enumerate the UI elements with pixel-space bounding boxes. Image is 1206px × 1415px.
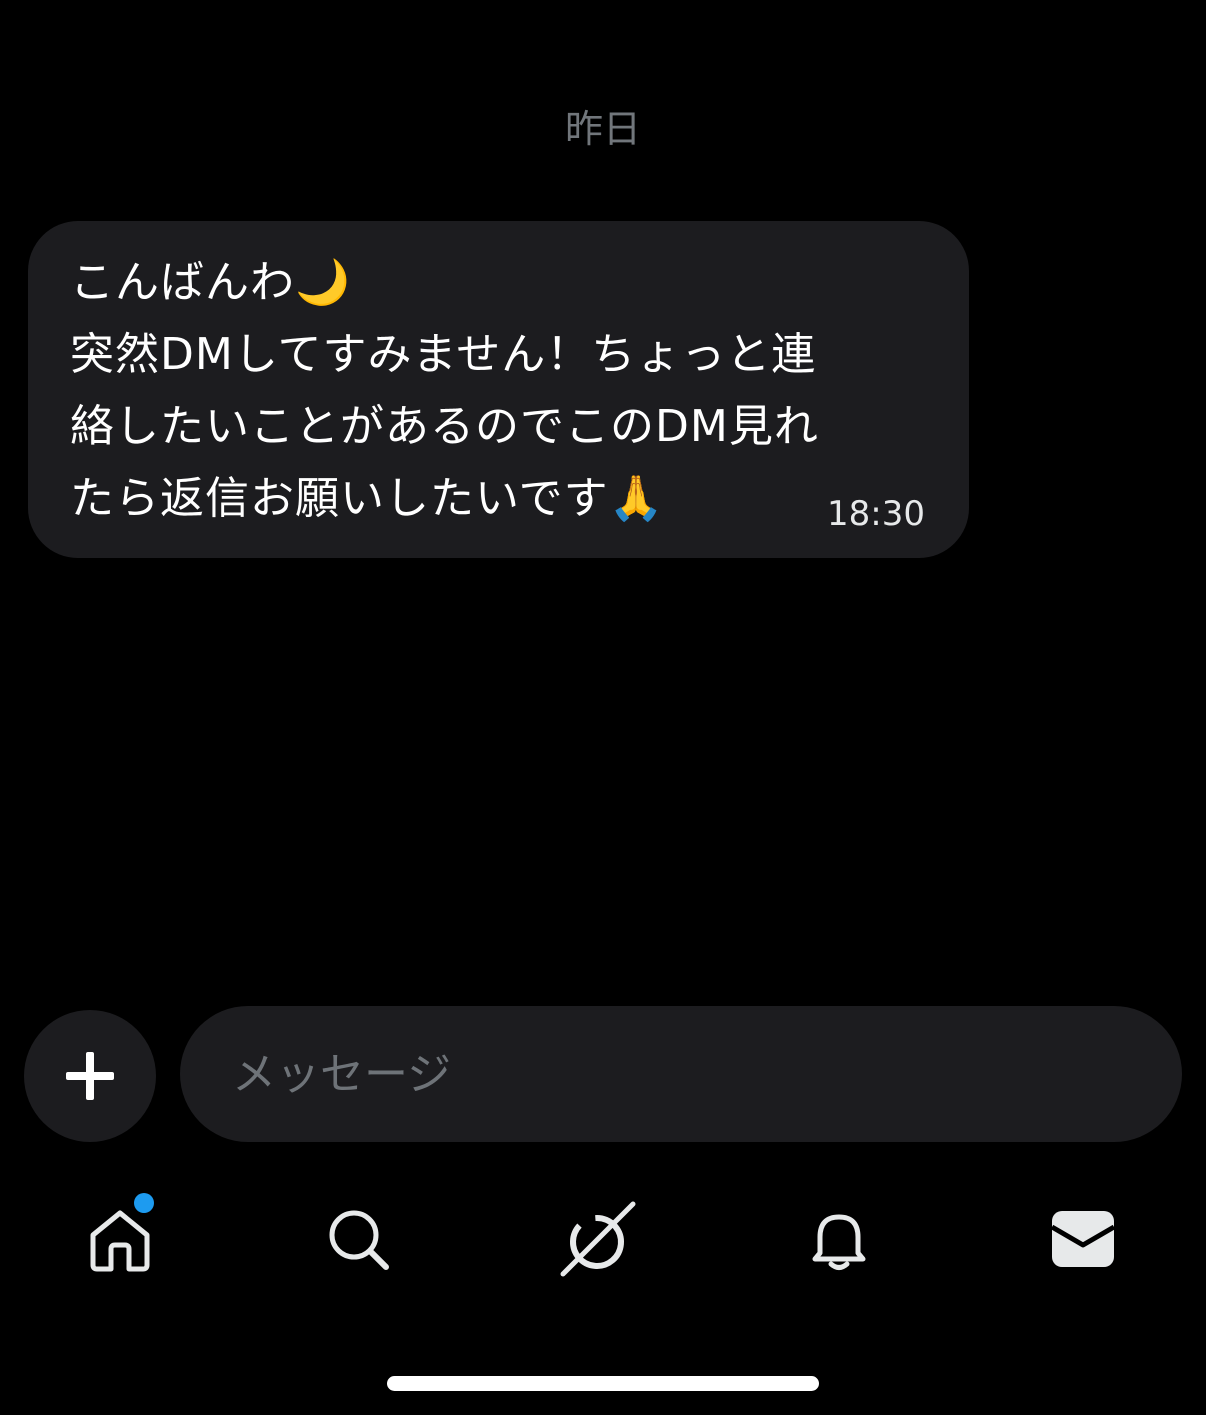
date-separator: 昨日	[564, 107, 641, 151]
tab-grok[interactable]	[539, 1180, 659, 1300]
bottom-tab-bar	[0, 1180, 1206, 1300]
home-icon	[90, 1210, 150, 1272]
tab-messages[interactable]	[1023, 1180, 1143, 1300]
message-bubble[interactable]: こんばんわ🌙 突然DMしてすみません！ちょっと連絡したいことがあるのでこのDM見…	[28, 221, 969, 558]
tab-search[interactable]	[299, 1180, 419, 1300]
plus-icon	[66, 1052, 114, 1100]
tab-notifications[interactable]	[779, 1180, 899, 1300]
message-timestamp: 18:30	[827, 494, 925, 534]
grok-icon	[560, 1201, 636, 1277]
add-attachment-button[interactable]	[24, 1010, 156, 1142]
bell-icon	[812, 1214, 866, 1270]
search-icon	[329, 1210, 389, 1270]
tab-home[interactable]	[60, 1180, 180, 1300]
message-text: こんばんわ🌙 突然DMしてすみません！ちょっと連絡したいことがあるのでこのDM見…	[70, 257, 819, 524]
home-indicator[interactable]	[387, 1376, 819, 1391]
mail-icon	[1050, 1211, 1116, 1267]
notification-dot	[134, 1193, 154, 1213]
message-input[interactable]	[180, 1006, 1182, 1142]
